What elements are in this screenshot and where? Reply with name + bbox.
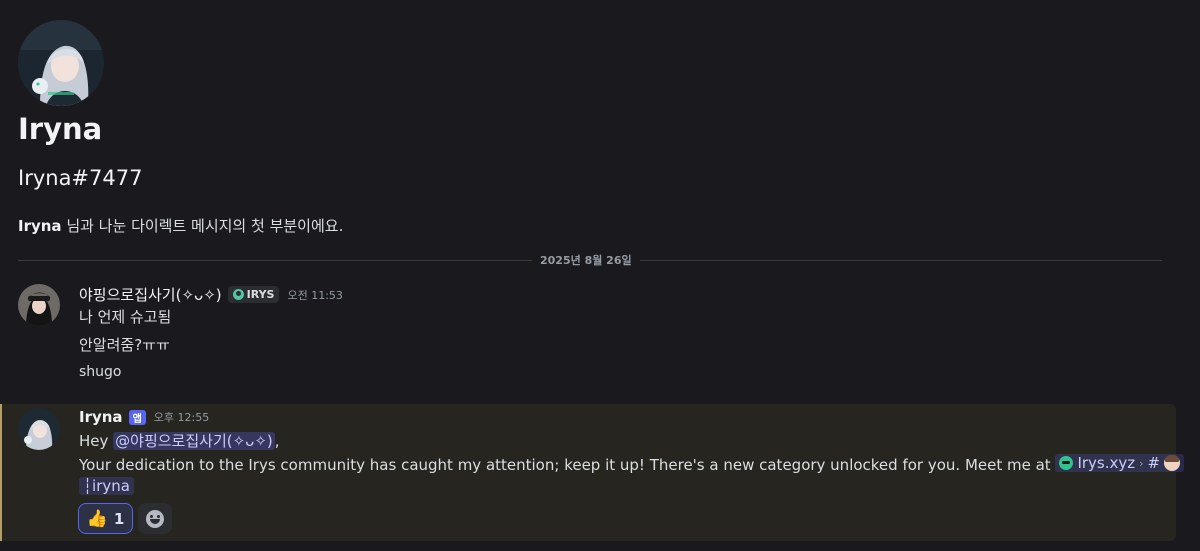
profile-avatar[interactable] <box>18 20 104 106</box>
channel-link-server: Irys.xyz <box>1077 454 1136 472</box>
message-line: Hey @야핑으로집사기(✧ᴗ✧), <box>79 430 280 451</box>
message-avatar-user[interactable] <box>18 284 60 326</box>
clan-tag[interactable]: IRYS <box>227 286 280 303</box>
dm-intro-text: Iryna 님과 나눈 다이렉트 메시지의 첫 부분이에요. <box>18 215 343 236</box>
dm-intro-name: Iryna <box>18 217 62 235</box>
greeting-tail: , <box>274 432 280 450</box>
message-username[interactable]: 야핑으로집사기(✧ᴗ✧) <box>79 284 222 305</box>
user-avatar-image <box>18 284 60 326</box>
message-username[interactable]: Iryna <box>79 408 123 426</box>
message-header: 야핑으로집사기(✧ᴗ✧) IRYS 오전 11:53 <box>79 284 343 305</box>
clan-tag-label: IRYS <box>246 288 275 301</box>
profile-tag: Iryna#7477 <box>18 166 143 190</box>
dm-intro-description: 님과 나눈 다이렉트 메시지의 첫 부분이에요. <box>61 217 344 235</box>
message-line: 안알려줌?ㅠㅠ <box>79 336 170 354</box>
globe-icon <box>1059 456 1074 470</box>
channel-link-hash: # <box>1147 454 1161 472</box>
user-mention[interactable]: @야핑으로집사기(✧ᴗ✧) <box>113 432 275 450</box>
add-reaction-button[interactable] <box>138 503 172 534</box>
profile-avatar-image <box>18 20 104 106</box>
greeting-text: Hey <box>79 432 114 450</box>
date-divider-label: 2025년 8월 26일 <box>532 252 640 268</box>
message-body: Your dedication to the Irys community ha… <box>79 456 1056 474</box>
message-line: shugo <box>79 364 122 380</box>
message-timestamp: 오전 11:53 <box>287 288 343 302</box>
channel-link-name[interactable]: ┆iryna <box>79 477 134 495</box>
channel-link-separator: › <box>1139 456 1144 470</box>
message-line: ┆iryna <box>79 477 134 495</box>
channel-avatar-icon <box>1164 455 1181 471</box>
highlight-bar <box>0 404 2 541</box>
profile-avatar-wrapper <box>18 20 104 106</box>
message-line: 나 언제 슈고됨 <box>79 308 172 326</box>
message-timestamp: 오후 12:55 <box>153 411 210 424</box>
thumbs-up-icon: 👍 <box>86 508 108 529</box>
profile-name: Iryna <box>18 112 103 146</box>
smile-icon <box>146 509 164 528</box>
reaction-count: 1 <box>113 509 125 528</box>
message-avatar-bot[interactable] <box>18 408 60 450</box>
bot-avatar-image <box>18 408 60 450</box>
clan-icon <box>232 289 244 300</box>
reaction-thumbs-up[interactable]: 👍 1 <box>78 503 133 534</box>
app-badge: 앱 <box>128 409 146 425</box>
channel-link[interactable]: Irys.xyz › # <box>1055 454 1185 472</box>
message-line: Your dedication to the Irys community ha… <box>79 454 1185 474</box>
message-header: Iryna 앱 오후 12:55 <box>79 408 209 426</box>
